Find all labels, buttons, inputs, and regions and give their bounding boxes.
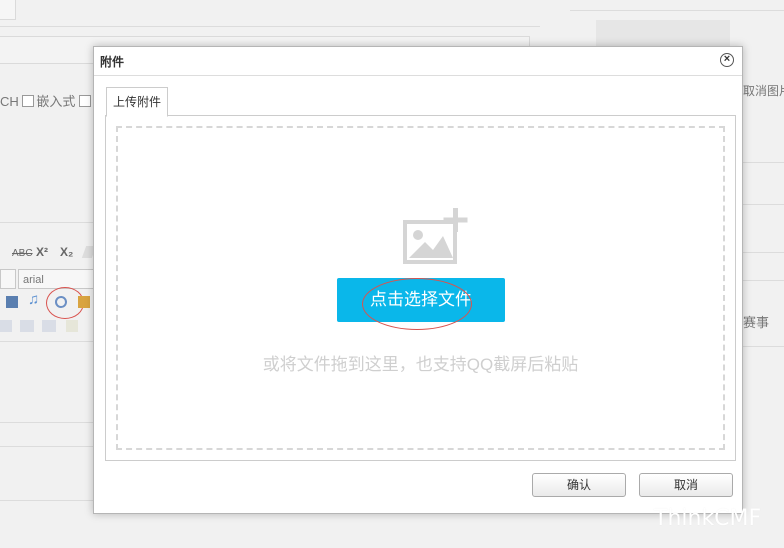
template-icon[interactable] xyxy=(78,296,90,308)
close-icon[interactable]: × xyxy=(720,53,734,67)
confirm-button-label: 确认 xyxy=(566,478,591,492)
drop-hint: 或将文件拖到这里，也支持QQ截屏后粘贴 xyxy=(262,355,579,374)
font-family-value: arial xyxy=(23,274,44,286)
superscript-tool[interactable]: X² xyxy=(36,245,48,259)
table-icon xyxy=(0,320,12,332)
divider xyxy=(743,252,784,253)
video-icon[interactable] xyxy=(6,296,18,308)
table-icon xyxy=(66,320,78,332)
cancel-button-label: 取消 xyxy=(673,478,698,492)
attachment-dialog: 附件 × 上传附件 点击选择文件 或将文件拖到这里，也支持QQ截屏后粘贴 确认 … xyxy=(93,46,743,514)
upload-panel: 点击选择文件 或将文件拖到这里，也支持QQ截屏后粘贴 xyxy=(105,115,736,461)
select-file-button-label: 点击选择文件 xyxy=(370,290,472,309)
top-select-stub[interactable] xyxy=(0,0,16,20)
file-dropzone[interactable]: 点击选择文件 或将文件拖到这里，也支持QQ截屏后粘贴 xyxy=(116,126,725,450)
divider xyxy=(743,280,784,281)
divider xyxy=(743,204,784,205)
divider xyxy=(0,222,100,223)
table-icon xyxy=(42,320,56,332)
divider xyxy=(0,500,100,501)
divider xyxy=(743,162,784,163)
divider xyxy=(0,341,100,342)
option-b-label: 嵌入式 xyxy=(36,94,76,109)
option-c-checkbox[interactable] xyxy=(79,95,92,107)
divider xyxy=(0,446,100,447)
dialog-header: 附件 × xyxy=(94,47,742,76)
cancel-button[interactable]: 取消 xyxy=(639,473,733,497)
divider xyxy=(570,10,784,11)
strikethrough-tool[interactable]: ABC xyxy=(12,248,33,259)
cancel-image-link[interactable]: 取消图片 xyxy=(743,82,784,99)
tab-label: 上传附件 xyxy=(113,95,162,109)
font-family-select[interactable]: arial xyxy=(18,269,94,289)
options-row: CH 嵌入式 标 xyxy=(0,91,106,110)
divider xyxy=(0,26,540,27)
divider xyxy=(743,346,784,347)
option-a-suffix: CH xyxy=(0,94,19,109)
event-label: 赛事 xyxy=(743,315,770,330)
confirm-button[interactable]: 确认 xyxy=(532,473,626,497)
dialog-title: 附件 xyxy=(100,55,125,69)
music-icon[interactable]: ♫ xyxy=(28,292,40,307)
table-icon xyxy=(20,320,34,332)
tab-upload-attachment[interactable]: 上传附件 xyxy=(106,87,169,117)
image-add-icon xyxy=(403,208,468,264)
format-select[interactable] xyxy=(0,269,16,289)
subscript-tool[interactable]: X₂ xyxy=(60,245,73,259)
select-file-button[interactable]: 点击选择文件 xyxy=(337,278,505,322)
divider xyxy=(0,422,100,423)
option-b-checkbox[interactable] xyxy=(22,95,35,107)
watermark: ThinkCMF xyxy=(654,506,762,531)
